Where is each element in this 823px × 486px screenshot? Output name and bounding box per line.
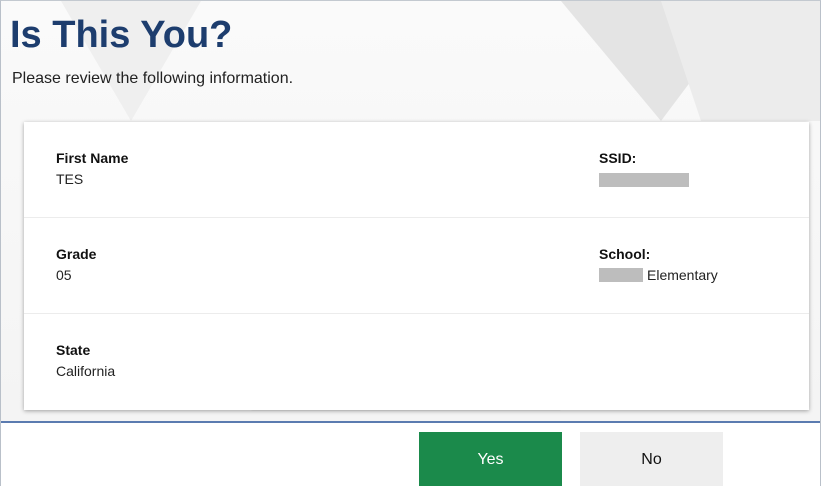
state-value: California (56, 363, 116, 379)
first-name-label: First Name (56, 150, 129, 166)
school-value-line: Elementary (599, 265, 718, 285)
state-label: State (56, 342, 91, 358)
school-name-redacted (599, 268, 643, 283)
info-row-grade-school: Grade 05 School: Elementary (24, 218, 809, 314)
info-row-name-ssid: First Name TES SSID: (24, 122, 809, 218)
yes-button[interactable]: Yes (419, 432, 562, 486)
ssid-label: SSID: (599, 150, 637, 166)
info-row-state: State California (24, 314, 809, 410)
school-label: School: (599, 246, 651, 262)
ssid-field: SSID: (599, 149, 689, 187)
no-button[interactable]: No (580, 432, 723, 486)
header-background: Is This You? Please review the following… (1, 1, 820, 421)
school-field: School: Elementary (599, 245, 718, 285)
grade-value: 05 (56, 267, 72, 283)
school-value: Elementary (647, 267, 718, 283)
student-info-card: First Name TES SSID: Grade 05 School: El… (24, 122, 809, 410)
grade-field: Grade 05 (56, 245, 96, 285)
state-field: State California (56, 341, 115, 381)
page-subtitle: Please review the following information. (12, 70, 294, 87)
footer-divider (1, 421, 820, 423)
page-title: Is This You? (10, 14, 233, 56)
grade-label: Grade (56, 246, 97, 262)
first-name-field: First Name TES (56, 149, 128, 189)
ssid-redacted-value (599, 173, 689, 187)
first-name-value: TES (56, 171, 84, 187)
confirmation-window: Is This You? Please review the following… (0, 0, 821, 486)
